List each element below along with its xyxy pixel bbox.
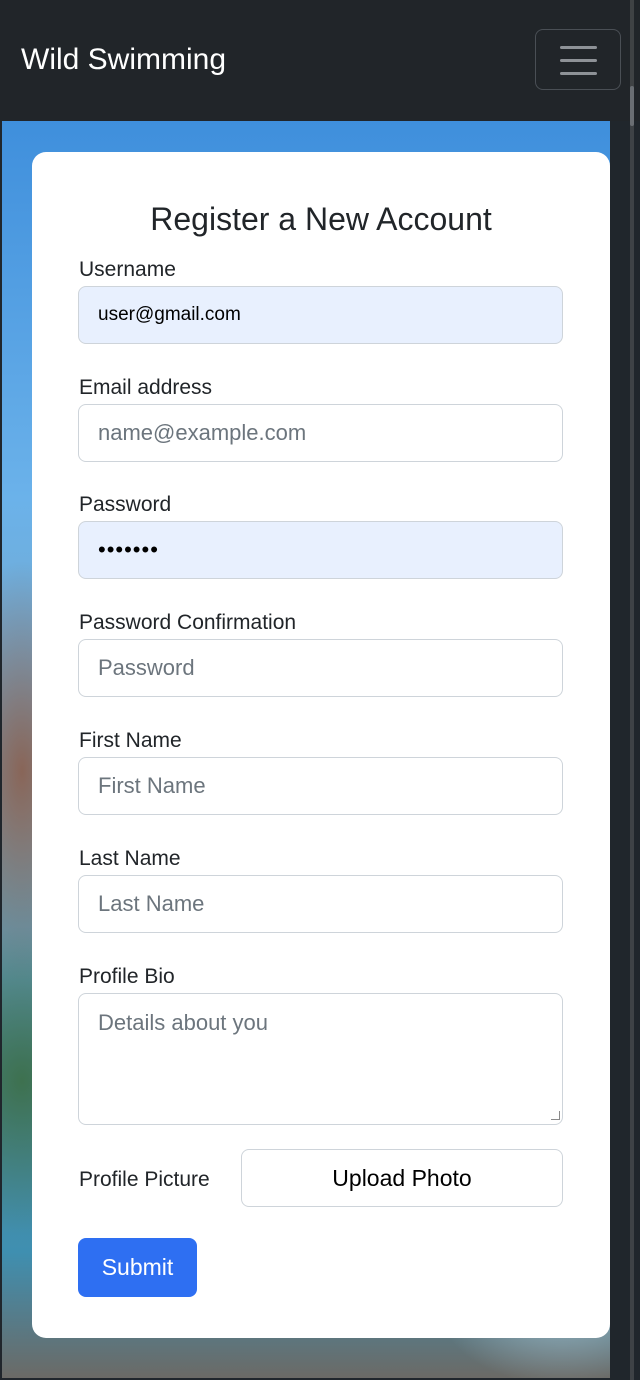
email-input[interactable]: name@example.com [78,404,563,462]
brand-link[interactable]: Wild Swimming [21,40,226,80]
first-name-input[interactable]: First Name [78,757,563,815]
username-label: Username [79,258,176,281]
hamburger-icon [560,72,597,75]
submit-button[interactable]: Submit [78,1238,197,1297]
password-label: Password [79,493,172,516]
navbar: Wild Swimming [0,0,640,121]
last-name-input[interactable]: Last Name [78,875,563,933]
profile-bio-label: Profile Bio [79,965,175,988]
profile-bio-textarea[interactable]: Details about you [78,993,563,1125]
upload-photo-button[interactable]: Upload Photo [241,1149,563,1207]
username-input[interactable]: user@gmail.com [78,286,563,344]
profile-picture-label: Profile Picture [79,1168,210,1191]
password-confirmation-label: Password Confirmation [79,611,297,634]
resize-handle-icon[interactable] [551,1111,560,1120]
hamburger-icon [560,46,597,49]
menu-toggle-button[interactable] [535,29,621,90]
email-label: Email address [79,376,213,399]
scrollbar-thumb[interactable] [630,86,634,126]
first-name-label: First Name [79,729,182,752]
password-input[interactable]: ••••••• [78,521,563,579]
form-title: Register a New Account [150,201,492,237]
password-confirmation-input[interactable]: Password [78,639,563,697]
hamburger-icon [560,59,597,62]
last-name-label: Last Name [79,847,181,870]
